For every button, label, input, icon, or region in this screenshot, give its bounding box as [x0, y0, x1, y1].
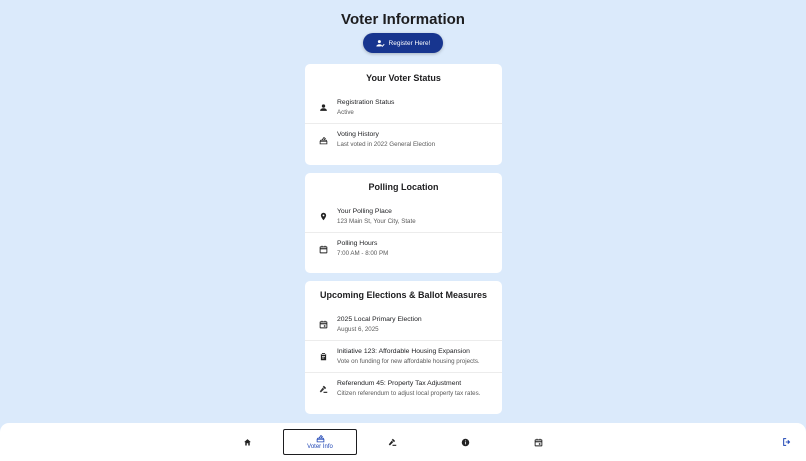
election-date: August 6, 2025 — [337, 325, 379, 333]
register-button[interactable]: Register Here! — [363, 33, 443, 53]
bottom-nav: Voter Info — [0, 423, 806, 461]
person-check-icon — [375, 39, 385, 48]
list-item: Initiative 123: Affordable Housing Expan… — [305, 341, 502, 373]
event-icon — [319, 320, 328, 329]
list-item: Polling Hours 7:00 AM - 8:00 PM — [305, 233, 502, 265]
list-item: Your Polling Place 123 Main St, Your Cit… — [305, 201, 502, 233]
registration-status-label: Registration Status — [337, 98, 395, 106]
clipboard-icon — [319, 352, 328, 361]
gavel-icon — [319, 385, 328, 394]
logout-button[interactable] — [782, 437, 792, 447]
event-icon — [534, 438, 543, 447]
upcoming-elections-title: Upcoming Elections & Ballot Measures — [319, 290, 488, 300]
polling-place-label: Your Polling Place — [337, 207, 392, 215]
referendum-description: Citizen referendum to adjust local prope… — [337, 390, 481, 397]
nav-voter-info-label: Voter Info — [307, 444, 333, 450]
info-icon — [461, 438, 470, 447]
election-title: 2025 Local Primary Election — [337, 315, 422, 323]
nav-voter-info[interactable]: Voter Info — [283, 429, 357, 455]
person-icon — [319, 103, 328, 112]
initiative-description: Vote on funding for new affordable housi… — [337, 357, 480, 365]
register-button-label: Register Here! — [388, 39, 431, 47]
ballot-box-icon — [319, 136, 328, 145]
list-item: Voting History Last voted in 2022 Genera… — [305, 124, 502, 156]
gavel-icon — [388, 438, 397, 447]
polling-location-card: Polling Location Your Polling Place 123 … — [305, 173, 502, 273]
registration-status-value: Active — [337, 108, 354, 116]
voter-status-card: Your Voter Status Registration Status Ac… — [305, 64, 502, 165]
list-item: Registration Status Active — [305, 92, 502, 124]
voting-history-value: Last voted in 2022 General Election — [337, 141, 436, 148]
nav-measures[interactable] — [355, 429, 429, 455]
initiative-title: Initiative 123: Affordable Housing Expan… — [337, 347, 470, 355]
nav-calendar[interactable] — [501, 429, 575, 455]
referendum-title: Referendum 45: Property Tax Adjustment — [337, 380, 462, 387]
polling-location-title: Polling Location — [368, 182, 439, 192]
voting-history-label: Voting History — [337, 131, 379, 138]
voter-info-page: Voter Information Register Here! Your Vo… — [0, 0, 806, 461]
voter-status-title: Your Voter Status — [366, 73, 441, 83]
polling-hours-value: 7:00 AM - 8:00 PM — [337, 250, 389, 257]
polling-hours-label: Polling Hours — [337, 240, 378, 247]
logout-icon — [782, 437, 792, 447]
upcoming-elections-card: Upcoming Elections & Ballot Measures 202… — [305, 281, 502, 414]
nav-home[interactable] — [210, 429, 284, 455]
list-item: Referendum 45: Property Tax Adjustment C… — [305, 373, 502, 405]
nav-info[interactable] — [428, 429, 502, 455]
ballot-box-icon — [316, 434, 325, 443]
calendar-icon — [319, 245, 328, 254]
page-title: Voter Information — [341, 11, 465, 28]
list-item: 2025 Local Primary Election August 6, 20… — [305, 309, 502, 341]
location-pin-icon — [319, 212, 328, 221]
polling-place-value: 123 Main St, Your City, State — [337, 217, 416, 225]
home-icon — [243, 438, 252, 447]
